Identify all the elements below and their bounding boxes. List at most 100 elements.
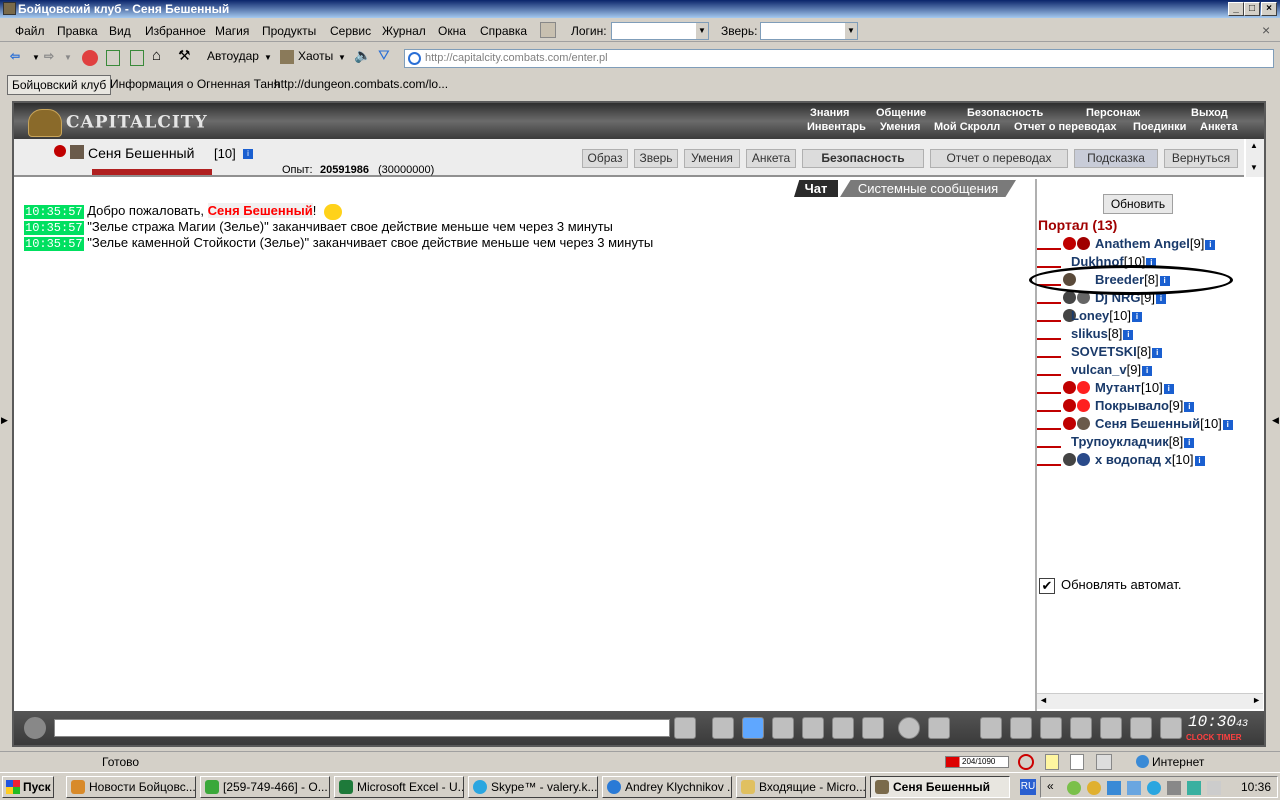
link-info[interactable]: Информация о Огненная Таня xyxy=(106,75,284,95)
login-select[interactable]: ▼ xyxy=(611,22,709,40)
menu-help[interactable]: Справка xyxy=(480,24,527,38)
send-icon[interactable] xyxy=(674,717,696,739)
filter-icon[interactable]: ⛛ xyxy=(378,47,390,64)
note-icon[interactable] xyxy=(1045,754,1059,770)
info-icon[interactable]: i xyxy=(1155,293,1166,304)
chevron-down-icon[interactable]: ▼ xyxy=(64,53,72,62)
exit-icon[interactable] xyxy=(1160,717,1182,739)
obraz-button[interactable]: Образ xyxy=(582,149,628,168)
start-button[interactable]: Пуск xyxy=(2,776,54,798)
menu-journal[interactable]: Журнал xyxy=(382,24,426,38)
close-button[interactable]: × xyxy=(1261,2,1277,16)
clear-icon[interactable] xyxy=(712,717,734,739)
task-icq[interactable]: [259-749-466] - О... xyxy=(200,776,330,798)
clock-icon[interactable] xyxy=(1018,754,1034,770)
user-name[interactable]: Loney[10] i xyxy=(1071,308,1142,323)
user-name[interactable]: Anathem Angel[9] i xyxy=(1095,236,1216,251)
minimize-button[interactable]: _ xyxy=(1228,2,1244,16)
nav-character[interactable]: Персонаж xyxy=(1086,107,1140,119)
nav-profile[interactable]: Анкета xyxy=(1200,121,1238,133)
map-icon[interactable] xyxy=(1010,717,1032,739)
info-icon[interactable]: i xyxy=(1184,437,1195,448)
user-list-item[interactable]: Покрывало[9] i xyxy=(1037,398,1263,416)
mask-icon[interactable] xyxy=(1040,717,1062,739)
menu-file[interactable]: Файл xyxy=(15,24,45,38)
tray-icon[interactable] xyxy=(1107,781,1121,795)
nav-security[interactable]: Безопасность xyxy=(967,107,1043,119)
language-indicator[interactable]: RU xyxy=(1020,779,1036,795)
bag-icon[interactable] xyxy=(980,717,1002,739)
forward-icon[interactable]: ⇨ xyxy=(44,49,54,63)
chat-area[interactable]: 10:35:57 Добро пожаловать, Сеня Бешенный… xyxy=(22,179,1034,711)
tray-icon[interactable] xyxy=(1067,781,1081,795)
menu-edit[interactable]: Правка xyxy=(57,24,98,38)
task-game[interactable]: Сеня Бешенный xyxy=(870,776,1010,798)
menu-service[interactable]: Сервис xyxy=(330,24,371,38)
chevron-up-icon[interactable]: ▲ xyxy=(1250,141,1258,150)
user-list-item[interactable]: Мутант[10] i xyxy=(1037,380,1263,398)
nav-skills[interactable]: Умения xyxy=(880,121,920,133)
task-skype[interactable]: Skype™ - valery.k... xyxy=(468,776,598,798)
spy-icon[interactable] xyxy=(1070,717,1092,739)
address-bar[interactable]: http://capitalcity.combats.com/enter.pl xyxy=(404,49,1274,68)
private-arrow-icon[interactable] xyxy=(1037,238,1061,250)
team-icon[interactable] xyxy=(928,717,950,739)
nav-my-scroll[interactable]: Мой Скролл xyxy=(934,121,1000,133)
nav-communication[interactable]: Общение xyxy=(876,107,926,119)
tab-system[interactable]: Системные сообщения xyxy=(840,180,1016,197)
filter-icon[interactable] xyxy=(742,717,764,739)
translit-icon[interactable] xyxy=(832,717,854,739)
user-name[interactable]: Покрывало[9] i xyxy=(1095,398,1195,413)
gift-icon[interactable] xyxy=(1100,717,1122,739)
user-list-item[interactable]: SOVETSKI[8] i xyxy=(1037,344,1263,362)
link-dungeon[interactable]: http://dungeon.combats.com/lo... xyxy=(270,75,452,95)
user-list-item[interactable]: х водопад х[10] i xyxy=(1037,452,1263,470)
return-button[interactable]: Вернуться xyxy=(1164,149,1238,168)
private-arrow-icon[interactable] xyxy=(1037,256,1061,268)
stop-icon[interactable] xyxy=(82,50,98,66)
user-name[interactable]: vulcan_v[9] i xyxy=(1071,362,1153,377)
private-arrow-icon[interactable] xyxy=(1037,292,1061,304)
pet-button[interactable]: Зверь xyxy=(634,149,678,168)
chevron-left-icon[interactable]: ▶ xyxy=(1,415,8,426)
tray-icon[interactable] xyxy=(1187,781,1201,795)
menu-products[interactable]: Продукты xyxy=(262,24,316,38)
fighter-icon[interactable] xyxy=(802,717,824,739)
window-title-bar[interactable]: Бойцовский клуб - Сеня Бешенный _ □ × xyxy=(0,0,1280,18)
user-name[interactable]: SOVETSKI[8] i xyxy=(1071,344,1163,359)
user-name[interactable]: Трупоукладчик[8] i xyxy=(1071,434,1195,449)
chat-nick[interactable]: Сеня Бешенный xyxy=(207,203,313,218)
sound-icon[interactable]: 🔈 xyxy=(354,47,371,64)
character-name[interactable]: Сеня Бешенный xyxy=(88,145,194,161)
smiley-icon[interactable] xyxy=(898,717,920,739)
private-arrow-icon[interactable] xyxy=(1037,382,1061,394)
chevron-left-icon[interactable]: ◄ xyxy=(1039,695,1048,705)
info-icon[interactable]: i xyxy=(1152,347,1163,358)
chevron-down-icon[interactable]: ▼ xyxy=(338,53,346,62)
user-list-item[interactable]: Сеня Бешенный[10] i xyxy=(1037,416,1263,434)
info-icon[interactable]: i xyxy=(1194,455,1205,466)
info-icon[interactable]: i xyxy=(1163,383,1174,394)
private-arrow-icon[interactable] xyxy=(1037,418,1061,430)
private-arrow-icon[interactable] xyxy=(1037,328,1061,340)
nav-inventory[interactable]: Инвентарь xyxy=(807,121,866,133)
maximize-button[interactable]: □ xyxy=(1244,2,1260,16)
task-news[interactable]: Новости Бойцовс... xyxy=(66,776,196,798)
auto-refresh[interactable]: ✔ Обновлять автомат. xyxy=(1039,577,1181,594)
task-outlook[interactable]: Входящие - Micro... xyxy=(736,776,866,798)
auto-refresh-checkbox[interactable]: ✔ xyxy=(1039,577,1055,594)
private-arrow-icon[interactable] xyxy=(1037,364,1061,376)
private-arrow-icon[interactable] xyxy=(1037,346,1061,358)
user-list-item[interactable]: slikus[8] i xyxy=(1037,326,1263,344)
user-list-item[interactable]: Трупоукладчик[8] i xyxy=(1037,434,1263,452)
nav-transfer-report[interactable]: Отчет о переводах xyxy=(1014,121,1117,133)
tray-icon[interactable] xyxy=(1127,781,1141,795)
back-icon[interactable]: ⇦ xyxy=(10,49,20,63)
home-icon[interactable] xyxy=(540,22,556,38)
pet-select[interactable]: ▼ xyxy=(760,22,858,40)
nav-battles[interactable]: Поединки xyxy=(1133,121,1186,133)
private-arrow-icon[interactable] xyxy=(1037,310,1061,322)
transfer-report-button[interactable]: Отчет о переводах xyxy=(930,149,1068,168)
chevron-left-icon[interactable]: « xyxy=(1047,779,1054,793)
close-icon[interactable]: × xyxy=(1262,22,1270,38)
